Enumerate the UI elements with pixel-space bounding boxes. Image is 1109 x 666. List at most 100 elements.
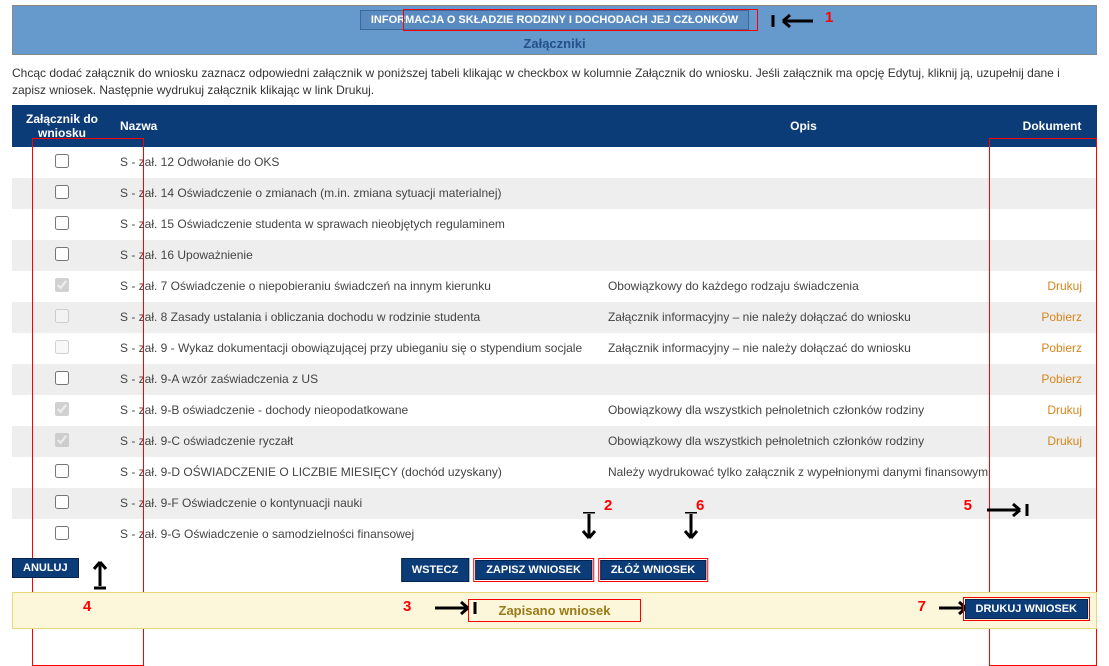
print-link[interactable]: Drukuj <box>1047 279 1082 293</box>
annotation-number-4: 4 <box>83 598 91 615</box>
attachment-checkbox <box>55 402 69 416</box>
annotation-number-3: 3 <box>403 598 411 615</box>
print-link[interactable]: Drukuj <box>1047 403 1082 417</box>
attachment-desc <box>600 178 1007 209</box>
attachment-checkbox[interactable] <box>55 526 69 540</box>
attachment-name: S - zał. 9-C oświadczenie ryczałt <box>112 426 600 457</box>
table-row: S - zał. 9-G Oświadczenie o samodzielnoś… <box>12 519 1097 550</box>
document-cell <box>1007 457 1097 488</box>
submit-request-button[interactable]: ZŁÓŻ WNIOSEK <box>600 560 706 580</box>
attachment-desc <box>600 147 1007 178</box>
print-link[interactable]: Drukuj <box>1047 434 1082 448</box>
document-cell <box>1007 178 1097 209</box>
download-link[interactable]: Pobierz <box>1041 372 1082 386</box>
attachment-desc <box>600 240 1007 271</box>
attachment-name: S - zał. 9 - Wykaz dokumentacji obowiązu… <box>112 333 600 364</box>
attachment-desc <box>600 364 1007 395</box>
attachment-desc: Załącznik informacyjny – nie należy dołą… <box>600 333 1007 364</box>
attachment-checkbox[interactable] <box>55 247 69 261</box>
attachment-checkbox[interactable] <box>55 185 69 199</box>
table-row: S - zał. 9-D OŚWIADCZENIE O LICZBIE MIES… <box>12 457 1097 488</box>
table-row: S - zał. 9-B oświadczenie - dochody nieo… <box>12 395 1097 426</box>
table-row: S - zał. 9-A wzór zaświadczenia z US Pobi… <box>12 364 1097 395</box>
attachment-name: S - zał. 8 Zasady ustalania i obliczania… <box>112 302 600 333</box>
top-banner: INFORMACJA O SKŁADZIE RODZINY I DOCHODAC… <box>12 5 1097 55</box>
attachment-checkbox <box>55 309 69 323</box>
col-dokument: Dokument <box>1007 105 1097 147</box>
attachment-checkbox <box>55 340 69 354</box>
col-zalacznik: Załącznik do wniosku <box>12 105 112 147</box>
arrow-right-icon <box>982 500 1032 520</box>
attachment-name: S - zał. 7 Oświadczenie o niepobieraniu … <box>112 271 600 302</box>
attachment-desc: Należy wydrukować tylko załącznik z wype… <box>600 457 1007 488</box>
back-button[interactable]: WSTECZ <box>401 558 469 582</box>
attachments-table-wrap: Załącznik do wniosku Nazwa Opis Dokument… <box>12 105 1097 550</box>
attachment-name: S - zał. 9-A wzór zaświadczenia z US <box>112 364 600 395</box>
attachment-name: S - zał. 9-D OŚWIADCZENIE O LICZBIE MIES… <box>112 457 600 488</box>
message-bar: 4 3 Zapisano wniosek 7 DRUKUJ WNIOSEK <box>12 592 1097 629</box>
attachment-checkbox[interactable] <box>55 464 69 478</box>
document-cell: Pobierz <box>1007 364 1097 395</box>
attachment-name: S - zał. 14 Oświadczenie o zmianach (m.i… <box>112 178 600 209</box>
attachment-name: S - zał. 16 Upoważnienie <box>112 240 600 271</box>
attachment-desc: Obowiązkowy dla wszystkich pełnoletnich … <box>600 395 1007 426</box>
intro-text: Chcąc dodać załącznik do wniosku zaznacz… <box>12 65 1097 99</box>
table-row: S - zał. 12 Odwołanie do OKS <box>12 147 1097 178</box>
saved-message: Zapisano wniosek <box>499 603 611 618</box>
table-row: S - zał. 14 Oświadczenie o zmianach (m.i… <box>12 178 1097 209</box>
table-row: S - zał. 9-C oświadczenie ryczałtObowiąz… <box>12 426 1097 457</box>
table-row: S - zał. 7 Oświadczenie o niepobieraniu … <box>12 271 1097 302</box>
arrow-right-icon <box>430 598 480 618</box>
annotation-number-7: 7 <box>918 598 926 615</box>
attachment-desc <box>600 488 1007 519</box>
attachment-checkbox <box>55 278 69 292</box>
document-cell: Drukuj <box>1007 271 1097 302</box>
col-opis: Opis <box>600 105 1007 147</box>
attachment-desc: Załącznik informacyjny – nie należy dołą… <box>600 302 1007 333</box>
arrow-down-icon <box>681 512 701 546</box>
save-request-button[interactable]: ZAPISZ WNIOSEK <box>475 560 592 580</box>
attachment-checkbox[interactable] <box>55 495 69 509</box>
table-row: S - zał. 15 Oświadczenie studenta w spra… <box>12 209 1097 240</box>
document-cell: Pobierz <box>1007 302 1097 333</box>
attachment-checkbox <box>55 433 69 447</box>
attachment-name: S - zał. 12 Odwołanie do OKS <box>112 147 600 178</box>
arrow-left-icon <box>768 11 818 31</box>
table-row: S - zał. 8 Zasady ustalania i obliczania… <box>12 302 1097 333</box>
attachments-heading: Załączniki <box>13 36 1096 51</box>
document-cell: Drukuj <box>1007 395 1097 426</box>
attachments-table: Załącznik do wniosku Nazwa Opis Dokument… <box>12 105 1097 550</box>
attachment-desc <box>600 209 1007 240</box>
attachment-checkbox[interactable] <box>55 371 69 385</box>
document-cell <box>1007 240 1097 271</box>
document-cell: Pobierz <box>1007 333 1097 364</box>
col-nazwa: Nazwa <box>112 105 600 147</box>
table-row: S - zał. 9 - Wykaz dokumentacji obowiązu… <box>12 333 1097 364</box>
attachment-name: S - zał. 9-G Oświadczenie o samodzielnoś… <box>112 519 600 550</box>
attachment-desc <box>600 519 1007 550</box>
download-link[interactable]: Pobierz <box>1041 310 1082 324</box>
download-link[interactable]: Pobierz <box>1041 341 1082 355</box>
arrow-up-icon <box>90 556 110 590</box>
table-row: S - zał. 9-F Oświadczenie o kontynuacji … <box>12 488 1097 519</box>
attachment-checkbox[interactable] <box>55 216 69 230</box>
attachment-desc: Obowiązkowy do każdego rodzaju świadczen… <box>600 271 1007 302</box>
annotation-number-1: 1 <box>825 9 833 26</box>
document-cell <box>1007 147 1097 178</box>
cancel-button[interactable]: ANULUJ <box>12 558 79 578</box>
document-cell <box>1007 209 1097 240</box>
print-request-button[interactable]: DRUKUJ WNIOSEK <box>965 599 1088 619</box>
attachment-name: S - zał. 15 Oświadczenie studenta w spra… <box>112 209 600 240</box>
document-cell: Drukuj <box>1007 426 1097 457</box>
attachment-checkbox[interactable] <box>55 154 69 168</box>
attachment-name: S - zał. 9-B oświadczenie - dochody nieo… <box>112 395 600 426</box>
attachment-desc: Obowiązkowy dla wszystkich pełnoletnich … <box>600 426 1007 457</box>
info-family-income-button[interactable]: INFORMACJA O SKŁADZIE RODZINY I DOCHODAC… <box>360 10 749 30</box>
table-row: S - zał. 16 Upoważnienie <box>12 240 1097 271</box>
arrow-down-icon <box>579 512 599 546</box>
annotation-number-5: 5 <box>964 497 972 514</box>
buttons-row: ANULUJ WSTECZ ZAPISZ WNIOSEK ZŁÓŻ WNIOSE… <box>12 558 1097 584</box>
document-cell <box>1007 519 1097 550</box>
annotation-number-2: 2 <box>604 497 612 514</box>
attachment-name: S - zał. 9-F Oświadczenie o kontynuacji … <box>112 488 600 519</box>
